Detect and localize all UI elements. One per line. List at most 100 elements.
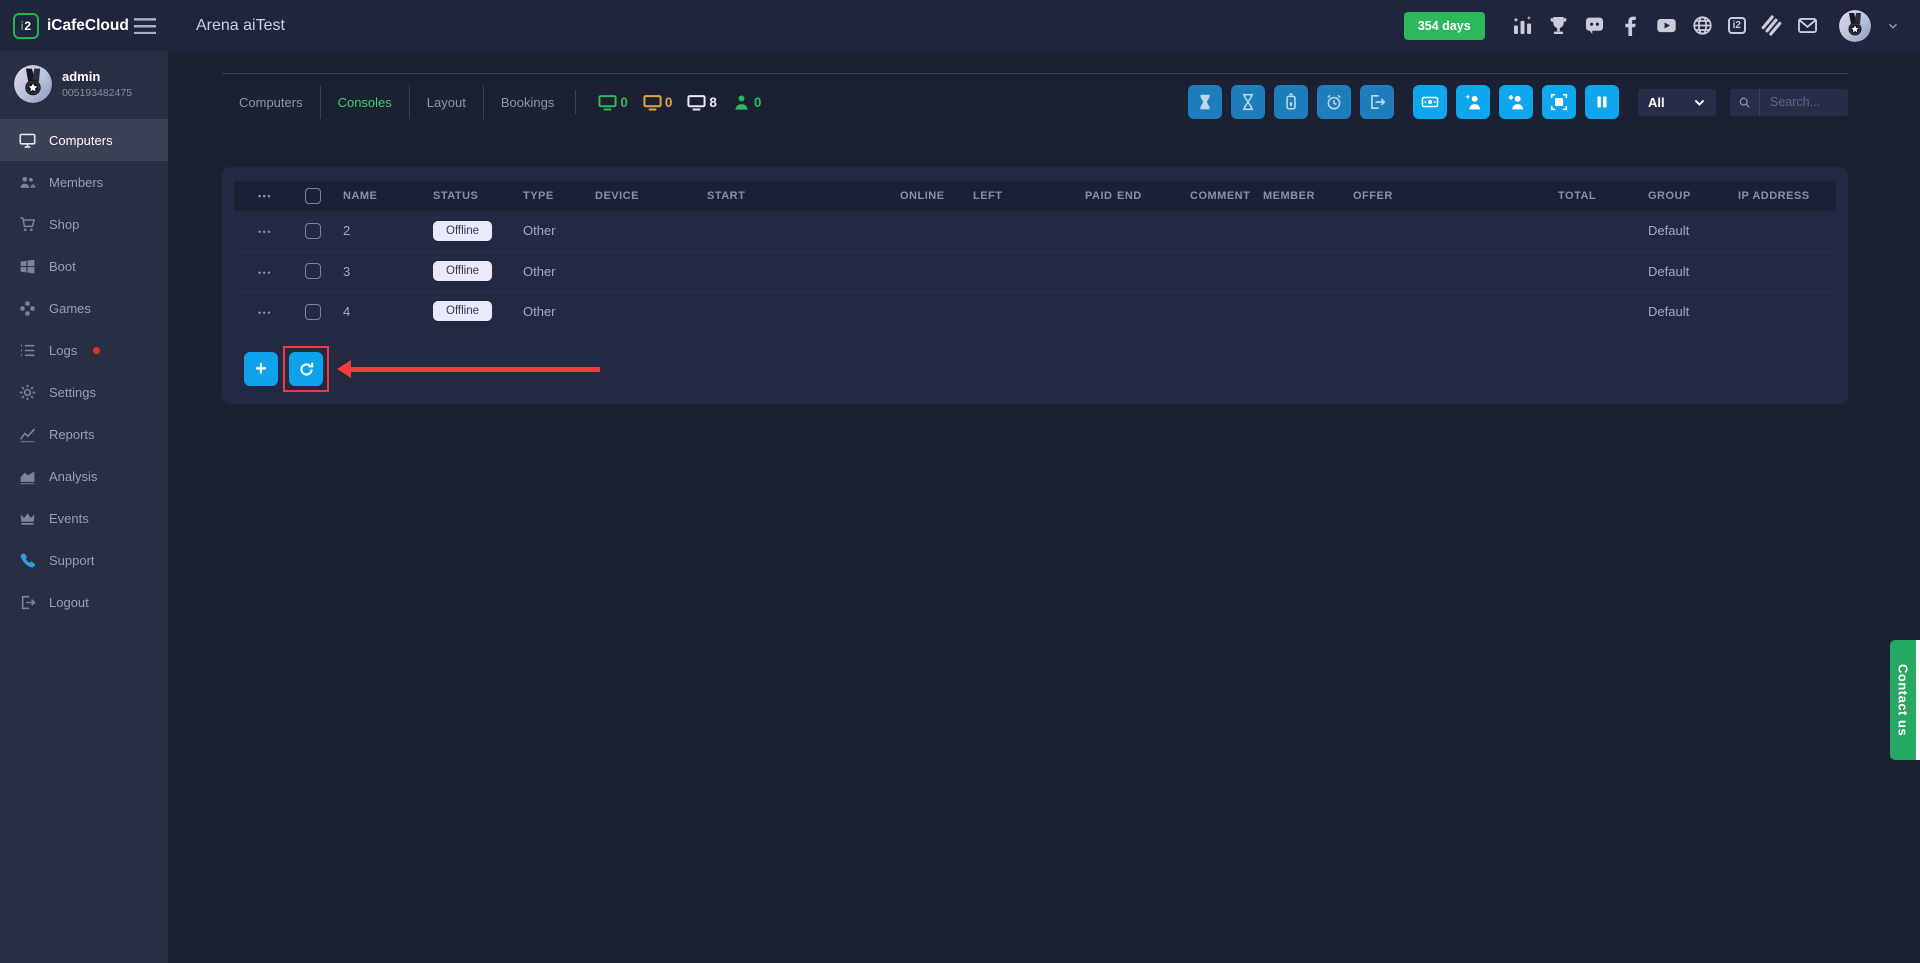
cell-name: 4 xyxy=(329,291,419,331)
table-row[interactable]: ••• 3 Offline Other Default xyxy=(234,251,1836,291)
globe-icon[interactable] xyxy=(1692,15,1713,36)
sidebar-item-label: Events xyxy=(49,511,89,526)
cart-icon xyxy=(19,216,36,233)
status-counters: 0 0 8 0 xyxy=(575,90,761,114)
facebook-icon[interactable] xyxy=(1620,15,1641,36)
monitor-icon xyxy=(19,132,36,149)
cell-name: 2 xyxy=(329,211,419,251)
sign-out-button[interactable] xyxy=(1360,85,1394,119)
add-console-button[interactable]: + xyxy=(244,352,278,386)
select-all-checkbox[interactable] xyxy=(305,188,321,204)
sidebar-item-games[interactable]: Games xyxy=(0,287,168,329)
gamepad-icon xyxy=(19,300,36,317)
add-user-button[interactable] xyxy=(1499,85,1533,119)
header-row-menu-icon[interactable]: ••• xyxy=(258,191,272,201)
search-input[interactable] xyxy=(1760,95,1848,109)
filter-select[interactable]: All xyxy=(1638,89,1716,116)
cell-group: Default xyxy=(1634,211,1724,251)
search-icon xyxy=(1730,89,1760,116)
row-menu-icon[interactable]: ••• xyxy=(258,308,272,318)
col-group: GROUP xyxy=(1634,181,1724,211)
sidebar-item-boot[interactable]: Boot xyxy=(0,245,168,287)
tab-layout[interactable]: Layout xyxy=(409,85,483,119)
youtube-icon[interactable] xyxy=(1656,15,1677,36)
sidebar-item-label: Shop xyxy=(49,217,79,232)
license-days-badge[interactable]: 354 days xyxy=(1404,12,1485,40)
filter-selected-value: All xyxy=(1648,95,1665,110)
sidebar-item-logout[interactable]: Logout xyxy=(0,581,168,623)
status-badge: Offline xyxy=(433,221,492,241)
row-menu-icon[interactable]: ••• xyxy=(258,268,272,278)
consoles-table-card: ••• NAME STATUS TYPE DEVICE START ONLINE… xyxy=(222,167,1848,404)
counter-online: 0 xyxy=(598,93,628,112)
logs-notification-dot xyxy=(93,347,100,354)
contact-us-tab[interactable]: Contact us xyxy=(1890,640,1920,760)
app-logo[interactable]: i2 iCafeCloud xyxy=(0,13,132,39)
battery-button[interactable] xyxy=(1274,85,1308,119)
stats-icon[interactable] xyxy=(1512,15,1533,36)
area-chart-icon xyxy=(19,468,36,485)
col-left: LEFT xyxy=(959,181,1071,211)
menu-toggle-icon[interactable] xyxy=(134,18,156,34)
sidebar-user-avatar xyxy=(14,65,52,103)
trophy-icon[interactable] xyxy=(1548,15,1569,36)
consoles-table: ••• NAME STATUS TYPE DEVICE START ONLINE… xyxy=(234,181,1836,331)
discord-icon[interactable] xyxy=(1584,15,1605,36)
sidebar-item-support[interactable]: Support xyxy=(0,539,168,581)
layers-icon[interactable] xyxy=(1761,15,1782,36)
monitor-icon xyxy=(598,93,617,112)
sidebar-item-members[interactable]: Members xyxy=(0,161,168,203)
sidebar-menu: Computers Members Shop Boot Games Logs S… xyxy=(0,119,168,623)
sidebar: admin 005193482475 Computers Members Sho… xyxy=(0,51,168,963)
sidebar-user-id: 005193482475 xyxy=(62,87,132,99)
toolbar-band: Computers Consoles Layout Bookings 0 0 8… xyxy=(222,73,1848,119)
sidebar-item-computers[interactable]: Computers xyxy=(0,119,168,161)
sidebar-user[interactable]: admin 005193482475 xyxy=(0,51,168,117)
table-row[interactable]: ••• 4 Offline Other Default xyxy=(234,291,1836,331)
sidebar-item-events[interactable]: Events xyxy=(0,497,168,539)
mail-icon[interactable] xyxy=(1797,15,1818,36)
table-row[interactable]: ••• 2 Offline Other Default xyxy=(234,211,1836,251)
pause-button[interactable] xyxy=(1585,85,1619,119)
counter-value: 0 xyxy=(754,95,762,110)
cell-type: Other xyxy=(509,211,581,251)
list-icon xyxy=(19,342,36,359)
sidebar-item-label: Computers xyxy=(49,133,113,148)
counter-busy: 0 xyxy=(643,93,673,112)
counter-total: 8 xyxy=(687,93,717,112)
cell-name: 3 xyxy=(329,251,419,291)
hourglass-filled-button[interactable] xyxy=(1188,85,1222,119)
row-menu-icon[interactable]: ••• xyxy=(258,227,272,237)
counter-value: 8 xyxy=(709,95,717,110)
users-icon xyxy=(19,174,36,191)
sidebar-item-label: Members xyxy=(49,175,103,190)
tab-computers[interactable]: Computers xyxy=(222,85,320,119)
sidebar-item-label: Reports xyxy=(49,427,95,442)
cash-button[interactable] xyxy=(1413,85,1447,119)
sidebar-item-logs[interactable]: Logs xyxy=(0,329,168,371)
sidebar-item-reports[interactable]: Reports xyxy=(0,413,168,455)
row-checkbox[interactable] xyxy=(305,263,321,279)
hourglass-button[interactable] xyxy=(1231,85,1265,119)
col-comment: COMMENT xyxy=(1176,181,1249,211)
sidebar-item-label: Logs xyxy=(49,343,77,358)
row-checkbox[interactable] xyxy=(305,304,321,320)
user-avatar[interactable] xyxy=(1839,10,1871,42)
sidebar-item-shop[interactable]: Shop xyxy=(0,203,168,245)
add-user-star-button[interactable] xyxy=(1456,85,1490,119)
chevron-down-icon[interactable] xyxy=(1886,19,1900,33)
counter-value: 0 xyxy=(620,95,628,110)
sidebar-item-label: Boot xyxy=(49,259,76,274)
crown-icon xyxy=(19,510,36,527)
tab-bookings[interactable]: Bookings xyxy=(483,85,571,119)
sidebar-item-label: Logout xyxy=(49,595,89,610)
screenshot-button[interactable] xyxy=(1542,85,1576,119)
topbar-actions: 354 days i2 xyxy=(1404,10,1920,42)
tab-consoles[interactable]: Consoles xyxy=(320,85,409,119)
row-checkbox[interactable] xyxy=(305,223,321,239)
sidebar-item-settings[interactable]: Settings xyxy=(0,371,168,413)
icafecloud-site-icon[interactable]: i2 xyxy=(1728,17,1746,34)
alarm-clock-button[interactable] xyxy=(1317,85,1351,119)
contact-us-label: Contact us xyxy=(1896,664,1911,736)
sidebar-item-analysis[interactable]: Analysis xyxy=(0,455,168,497)
